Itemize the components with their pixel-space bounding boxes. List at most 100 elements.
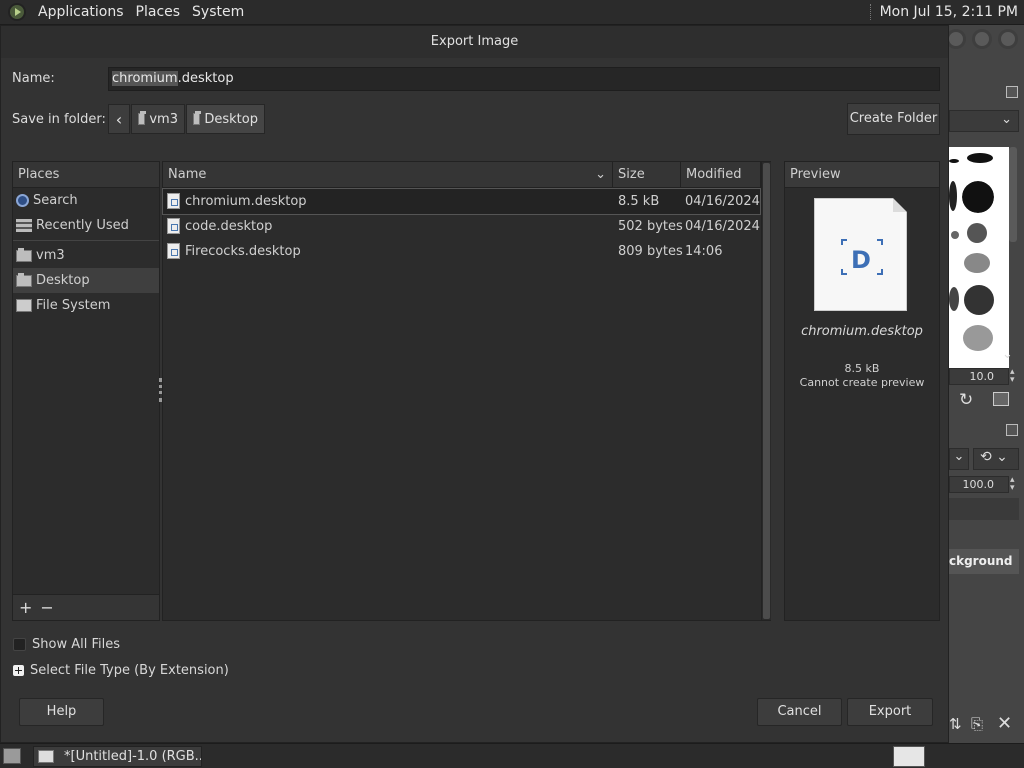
delete-icon[interactable]: ✕ — [997, 713, 1012, 734]
brush-item[interactable] — [967, 223, 987, 243]
preview-file-name: chromium.desktop — [801, 324, 923, 339]
home-folder-icon — [138, 111, 147, 125]
export-image-dialog: Export Image Name: chromium.desktop Save… — [0, 25, 949, 743]
sort-chevron-down-icon: ⌄ — [595, 167, 606, 182]
file-list-scrollbar[interactable] — [761, 162, 771, 620]
drive-icon — [16, 299, 32, 312]
checkbox-box[interactable] — [13, 638, 26, 651]
cancel-button[interactable]: Cancel — [757, 698, 842, 726]
dock-menu-icon[interactable] — [1006, 424, 1018, 436]
name-rest-text: .desktop — [177, 71, 234, 86]
undo-selector[interactable]: ⟲ ⌄ — [973, 448, 1019, 470]
brush-selector[interactable]: ⌄ — [949, 110, 1019, 132]
gimp-window-icon — [38, 750, 54, 763]
places-sidebar: Places Search Recently Used vm3 Desktop … — [12, 161, 160, 621]
preview-pane: Preview D chromium.desktop 8.5 kB Cannot… — [784, 161, 940, 621]
opacity-field[interactable]: 100.0 — [949, 476, 1009, 493]
remove-bookmark-button[interactable]: − — [40, 598, 53, 617]
chevron-down-icon: ⌄ — [1001, 112, 1012, 127]
bottom-taskbar: *[Untitled]-1.0 (RGB... — [0, 743, 1024, 768]
dock-menu-icon[interactable] — [1006, 86, 1018, 98]
places-header[interactable]: Places — [13, 162, 159, 188]
breadcrumb-vm3[interactable]: vm3 — [131, 104, 185, 134]
select-file-type-expander[interactable]: Select File Type (By Extension) — [13, 663, 229, 678]
menu-system[interactable]: System — [186, 0, 250, 25]
clock[interactable]: Mon Jul 15, 2:11 PM — [880, 4, 1018, 20]
place-recently-used[interactable]: Recently Used — [13, 213, 159, 238]
breadcrumb-desktop[interactable]: Desktop — [186, 104, 265, 134]
distro-logo-icon[interactable] — [8, 3, 26, 21]
brush-item[interactable] — [951, 231, 959, 239]
brush-grid[interactable] — [949, 147, 1009, 369]
column-header-name[interactable]: Name ⌄ — [163, 162, 613, 188]
save-in-folder-label: Save in folder: — [12, 112, 106, 127]
desktop-file-icon — [167, 218, 180, 234]
column-header-size[interactable]: Size — [613, 162, 681, 188]
file-name-input[interactable]: chromium.desktop — [108, 67, 940, 91]
document-thumbnail: D — [814, 198, 907, 311]
chevron-down-icon[interactable]: ⌄ — [1002, 347, 1013, 362]
dialog-title[interactable]: Export Image — [1, 26, 948, 58]
expander-plus-icon[interactable] — [13, 665, 24, 676]
add-bookmark-button[interactable]: + — [19, 598, 32, 617]
place-file-system[interactable]: File System — [13, 293, 159, 318]
scrollbar-thumb[interactable] — [763, 163, 770, 619]
search-icon — [16, 194, 29, 207]
brush-item[interactable] — [967, 153, 993, 163]
chevron-left-icon: ‹ — [115, 109, 123, 129]
desktop-file-icon — [167, 193, 180, 209]
file-row[interactable]: chromium.desktop 8.5 kB 04/16/2024 — [162, 188, 761, 215]
export-layer-icon[interactable]: ⎘ — [971, 715, 983, 733]
name-label: Name: — [12, 71, 55, 86]
folder-icon — [16, 272, 32, 287]
brush-item[interactable] — [949, 287, 959, 311]
places-footer: + − — [13, 594, 159, 620]
preview-file-size: 8.5 kB — [844, 362, 880, 375]
brush-item[interactable] — [949, 159, 959, 163]
desktop-file-glyph-icon: D — [851, 246, 871, 274]
spin-arrows-icon[interactable]: ▴ ▾ — [1010, 476, 1015, 493]
workspace-switcher[interactable] — [893, 746, 925, 767]
preview-message: Cannot create preview — [799, 376, 925, 389]
show-desktop-icon[interactable] — [3, 748, 21, 764]
menu-applications[interactable]: Applications — [32, 0, 130, 25]
taskbar-window-button[interactable]: *[Untitled]-1.0 (RGB... — [33, 746, 202, 767]
minimize-button[interactable] — [946, 29, 966, 49]
show-all-files-checkbox[interactable]: Show All Files — [13, 637, 120, 652]
home-folder-icon — [16, 247, 32, 262]
brush-item[interactable] — [949, 181, 957, 211]
gimp-dock: ⌄ ⌄ 10.0 ▴ ▾ ↻ ⌄ ⟲ ⌄ 100.0 ▴ ▾ ckground ⇅ … — [946, 25, 1024, 743]
place-vm3[interactable]: vm3 — [13, 243, 159, 268]
file-row[interactable]: code.desktop 502 bytes 04/16/2024 — [163, 214, 760, 239]
brush-item[interactable] — [964, 285, 994, 315]
brush-size-field[interactable]: 10.0 — [949, 368, 1009, 385]
column-header-modified[interactable]: Modified — [681, 162, 761, 188]
mode-selector[interactable]: ⌄ — [949, 448, 969, 470]
layer-action-icon[interactable]: ⇅ — [949, 715, 962, 733]
folder-icon — [193, 111, 202, 125]
top-panel: Applications Places System Mon Jul 15, 2… — [0, 0, 1024, 25]
preview-header: Preview — [785, 162, 939, 188]
place-search[interactable]: Search — [13, 188, 159, 213]
panel-separator — [869, 4, 872, 20]
file-list: Name ⌄ Size Modified chromium.desktop 8.… — [162, 161, 771, 621]
brush-item[interactable] — [964, 253, 990, 273]
reset-icon[interactable]: ↻ — [959, 390, 973, 410]
menu-places[interactable]: Places — [130, 0, 187, 25]
create-folder-button[interactable]: Create Folder — [847, 103, 940, 135]
brush-scrollbar[interactable] — [1009, 147, 1017, 242]
recent-icon — [16, 219, 32, 232]
file-row[interactable]: Firecocks.desktop 809 bytes 14:06 — [163, 239, 760, 264]
breadcrumb-back-button[interactable]: ‹ — [108, 104, 130, 134]
layer-item[interactable]: ckground — [949, 549, 1019, 574]
brush-item[interactable] — [963, 325, 993, 351]
export-button[interactable]: Export — [847, 698, 933, 726]
place-desktop[interactable]: Desktop — [13, 268, 159, 293]
maximize-button[interactable] — [972, 29, 992, 49]
desktop-file-icon — [167, 243, 180, 259]
spin-arrows-icon[interactable]: ▴ ▾ — [1010, 368, 1015, 385]
brush-edit-icon[interactable] — [993, 392, 1009, 406]
close-window-button[interactable] — [998, 29, 1018, 49]
help-button[interactable]: Help — [19, 698, 104, 726]
brush-item-selected[interactable] — [960, 179, 996, 215]
